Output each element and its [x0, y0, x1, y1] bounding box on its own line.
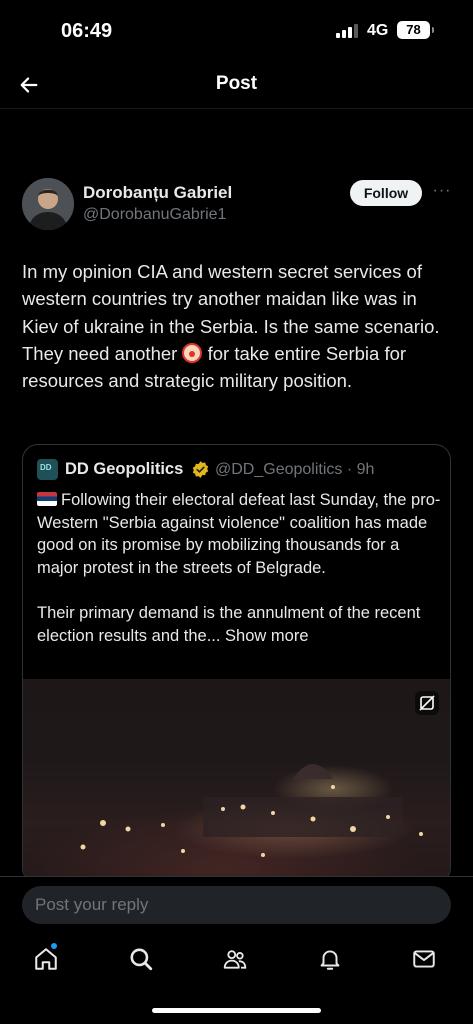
- show-more-link[interactable]: Show more: [225, 627, 308, 645]
- author-handle[interactable]: @DorobanuGabrie1: [83, 206, 226, 224]
- communities-icon: [223, 950, 247, 969]
- page-title: Post: [215, 73, 258, 94]
- home-notification-dot: [51, 943, 57, 949]
- quoted-paragraph-1-text: Following their electoral defeat last Su…: [37, 491, 441, 577]
- status-bar: 06:49 4G 78: [0, 0, 473, 62]
- nav-header: Post: [0, 62, 473, 108]
- search-icon: [130, 948, 153, 971]
- quoted-paragraph-2: Their primary demand is the annulment of…: [37, 602, 441, 647]
- avatar[interactable]: [22, 178, 74, 230]
- network-label: 4G: [367, 22, 389, 39]
- more-options-icon[interactable]: ···: [430, 180, 454, 204]
- home-icon: [35, 948, 57, 970]
- verified-badge-icon: [192, 461, 209, 478]
- signal-icon: [336, 24, 358, 38]
- tab-home[interactable]: [33, 943, 63, 976]
- tab-search[interactable]: [128, 946, 158, 976]
- clown-face-icon: [182, 342, 203, 363]
- quoted-media-image[interactable]: [23, 679, 450, 883]
- follow-button[interactable]: Follow: [350, 180, 422, 206]
- quoted-handle-time: @DD_Geopolitics · 9h: [215, 461, 375, 478]
- quoted-post[interactable]: DD Geopolitics @DD_Geopolitics · 9h Foll…: [22, 444, 451, 884]
- tab-communities[interactable]: [222, 946, 252, 976]
- media-options-icon[interactable]: [415, 691, 439, 715]
- post-text: In my opinion CIA and western secret ser…: [22, 258, 454, 394]
- quoted-author-name: DD Geopolitics: [65, 460, 184, 478]
- home-indicator: [152, 1008, 321, 1013]
- tab-messages[interactable]: [411, 946, 441, 976]
- author-name[interactable]: Dorobanțu Gabriel: [83, 183, 232, 203]
- serbian-flag-icon: [37, 492, 57, 506]
- post-author: Dorobanțu Gabriel @DorobanuGabrie1 Follo…: [22, 178, 452, 230]
- quoted-avatar: [37, 459, 58, 480]
- notifications-icon: [320, 950, 340, 970]
- divider: [0, 108, 473, 109]
- quoted-post-header: DD Geopolitics @DD_Geopolitics · 9h: [37, 459, 437, 481]
- quoted-post-text: Following their electoral defeat last Su…: [37, 489, 441, 647]
- messages-icon: [413, 950, 435, 968]
- battery-icon: 78: [397, 21, 434, 39]
- reply-input[interactable]: Post your reply: [22, 886, 451, 924]
- status-time: 06:49: [61, 20, 113, 42]
- reply-bar: Post your reply: [0, 876, 473, 934]
- tab-notifications[interactable]: [317, 946, 347, 976]
- quoted-paragraph-1: Following their electoral defeat last Su…: [37, 489, 441, 579]
